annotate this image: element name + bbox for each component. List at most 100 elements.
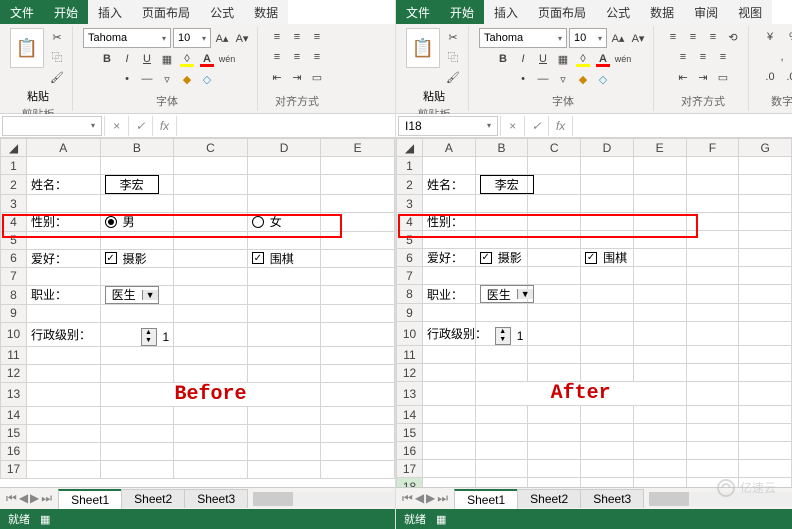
confirm-icon[interactable]: ✓ [524,116,548,136]
fill-color-icon[interactable]: ◊ [178,50,196,68]
cell[interactable]: 女 [247,213,321,232]
formula-input[interactable] [176,116,395,136]
copy-icon[interactable]: ⿻ [444,48,462,66]
align-right-icon[interactable]: ≡ [308,48,326,66]
checkbox-hobby2[interactable]: ✓围棋 [585,249,627,266]
bold-icon[interactable]: B [494,50,512,68]
cell[interactable]: ▲▼1 [100,322,174,346]
sheet-nav-last-icon[interactable]: ⏭ [437,491,448,506]
worksheet[interactable]: ◢ A B C D E 1 2 姓名： 李宏 3 4 性别： 男 女 5 6 爱… [0,138,395,487]
row-header[interactable]: 3 [397,195,423,213]
middle-dot-icon[interactable]: • [118,70,136,88]
cell[interactable]: ✓摄影 [475,249,528,267]
underline-icon[interactable]: U [534,50,552,68]
macro-icon[interactable]: ▦ [40,513,50,526]
align-left-icon[interactable]: ≡ [268,48,286,66]
paste-button[interactable]: 📋 [10,28,44,68]
worksheet[interactable]: ◢ A B C D E F G 1 2 姓名： 李宏 3 4 性别： 5 6 爱… [396,138,792,487]
sheet-nav-next-icon[interactable]: ▶ [426,491,435,506]
orientation-icon[interactable]: ⟲ [724,28,742,46]
dec-inc-icon[interactable]: .0 [759,68,781,86]
checkbox-hobby2[interactable]: ✓围棋 [252,250,294,267]
eraser-icon[interactable]: ◇ [594,70,612,88]
align-bottom-icon[interactable]: ≡ [308,28,326,46]
row-header[interactable]: 8 [397,285,423,304]
align-top-icon[interactable]: ≡ [268,28,286,46]
formula-input[interactable] [572,116,792,136]
row-header[interactable]: 2 [397,175,423,195]
align-middle-icon[interactable]: ≡ [684,28,702,46]
radio-female[interactable]: 女 [252,213,282,230]
bold-icon[interactable]: B [98,50,116,68]
cell[interactable]: 职业： [423,285,476,304]
cell[interactable]: 李宏 [100,175,174,195]
spin-down-icon[interactable]: ▼ [142,337,156,345]
align-top-icon[interactable]: ≡ [664,28,682,46]
eraser-icon[interactable]: ◇ [198,70,216,88]
sheet-tab-3[interactable]: Sheet3 [580,489,644,508]
col-header[interactable]: C [528,139,581,157]
tab-file[interactable]: 文件 [396,0,440,24]
row-header[interactable]: 16 [1,442,27,460]
checkbox-hobby1[interactable]: ✓摄影 [480,249,522,266]
align-left-icon[interactable]: ≡ [674,48,692,66]
align-bottom-icon[interactable]: ≡ [704,28,722,46]
macro-icon[interactable]: ▦ [436,513,446,526]
sheet-nav-prev-icon[interactable]: ◀ [19,491,28,506]
sheet-nav-prev-icon[interactable]: ◀ [415,491,424,506]
horizontal-scrollbar[interactable] [253,492,395,506]
row-header[interactable]: 17 [1,460,27,478]
cancel-icon[interactable]: × [104,116,128,136]
tab-view[interactable]: 视图 [728,0,772,24]
spin-up-icon[interactable]: ▲ [142,329,156,337]
cut-icon[interactable]: ✂ [48,28,66,46]
font-size-select[interactable]: 10▾ [173,28,211,48]
col-header[interactable]: B [475,139,528,157]
row-header[interactable]: 15 [1,424,27,442]
row-header[interactable]: 9 [397,304,423,322]
cell[interactable]: 行政级别： [423,322,476,346]
name-box[interactable]: I18▾ [398,116,498,136]
row-header[interactable]: 11 [397,346,423,364]
col-header[interactable]: D [581,139,634,157]
cell[interactable]: 职业： [27,285,101,304]
paste-button[interactable]: 📋 [406,28,440,68]
cell[interactable]: 行政级别： [27,322,101,346]
indent-inc-icon[interactable]: ⇥ [288,68,306,86]
cancel-icon[interactable]: × [500,116,524,136]
indent-dec-icon[interactable]: ⇤ [268,68,286,86]
tab-home[interactable]: 开始 [44,0,88,24]
increase-font-icon[interactable]: A▴ [213,29,231,47]
align-right-icon[interactable]: ≡ [714,48,732,66]
border-icon[interactable]: ▦ [554,50,572,68]
font-color-icon[interactable]: A [594,50,612,68]
row-header[interactable]: 5 [397,231,423,249]
tab-insert[interactable]: 插入 [88,0,132,24]
checkbox-hobby1[interactable]: ✓摄影 [105,250,147,267]
row-header[interactable]: 7 [397,267,423,285]
cell[interactable]: 爱好： [423,249,476,267]
format-painter-icon[interactable]: 🖌 [444,68,462,86]
row-header[interactable]: 18 [397,478,423,488]
phonetic-icon[interactable]: wén [218,50,236,68]
tab-insert[interactable]: 插入 [484,0,528,24]
border-icon[interactable]: ▦ [158,50,176,68]
font-name-select[interactable]: Tahoma▾ [83,28,171,48]
paint-icon[interactable]: ◆ [574,70,592,88]
row-header[interactable]: 14 [397,406,423,424]
copy-icon[interactable]: ⿻ [48,48,66,66]
sheet-tab-1[interactable]: Sheet1 [454,489,518,509]
row-header[interactable]: 12 [397,364,423,382]
row-header[interactable]: 13 [1,382,27,406]
decrease-font-icon[interactable]: A▾ [233,29,251,47]
percent-icon[interactable]: % [783,28,792,46]
row-header[interactable]: 2 [1,175,27,195]
col-header[interactable]: B [100,139,174,157]
tab-review[interactable]: 审阅 [684,0,728,24]
more-icon[interactable]: ▿ [158,70,176,88]
row-header[interactable]: 10 [1,322,27,346]
italic-icon[interactable]: I [514,50,532,68]
increase-font-icon[interactable]: A▴ [609,29,627,47]
sheet-nav-next-icon[interactable]: ▶ [30,491,39,506]
job-combo[interactable]: 医生▼ [105,286,159,304]
